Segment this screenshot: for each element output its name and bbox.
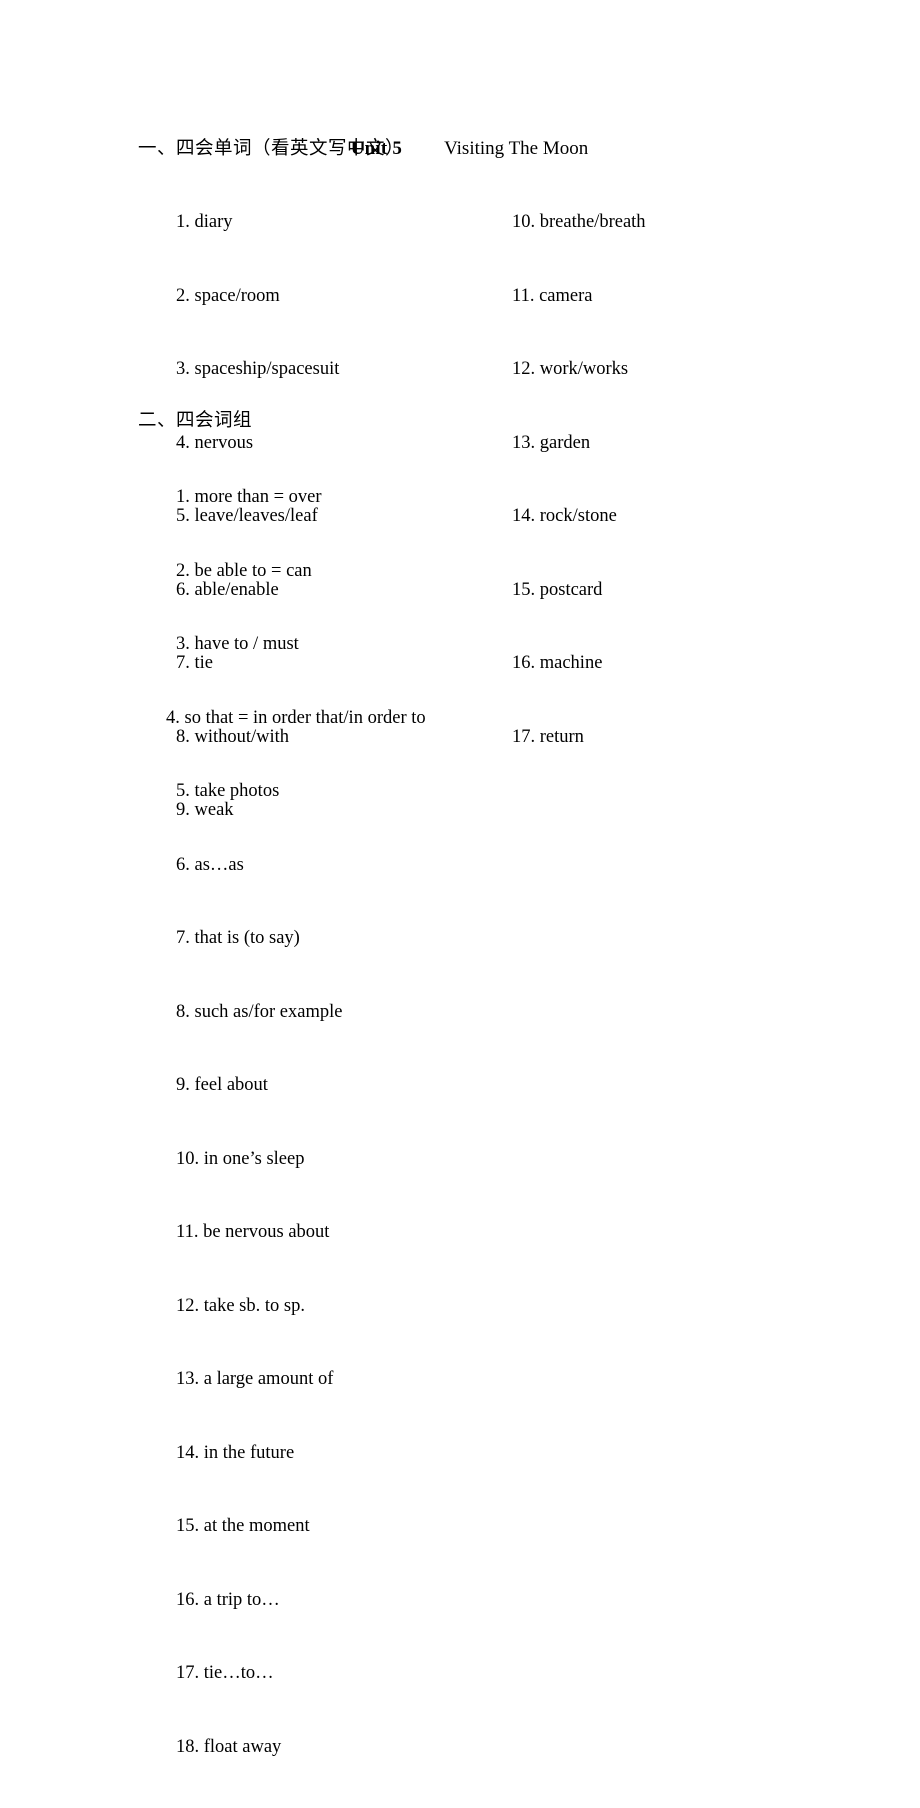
section-heading-phrases: 二、四会词组 [138, 411, 253, 431]
list-item: 15. at the moment [176, 1516, 310, 1536]
list-item: 10. breathe/breath [512, 212, 646, 232]
list-item: 3. have to / must [176, 634, 299, 654]
vocabulary-list-right-column: 10. breathe/breath 11. camera 12. work/w… [512, 161, 646, 798]
list-item: 7. that is (to say) [176, 928, 300, 948]
list-item: 16. machine [512, 653, 603, 673]
list-item: 16. a trip to… [176, 1589, 280, 1610]
list-item: 9. feel about [176, 1075, 268, 1095]
list-item: 13. garden [512, 432, 591, 453]
list-item: 5. take photos [176, 781, 280, 801]
list-item: 10. in one’s sleep [176, 1148, 305, 1169]
list-item: 15. postcard [512, 579, 603, 600]
list-item: 3. spaceship/spacesuit [176, 359, 340, 379]
list-item: 11. be nervous about [176, 1222, 330, 1242]
title-topic-label: Visiting The Moon [444, 138, 589, 159]
list-item: 11. camera [512, 285, 593, 306]
list-item: 8. such as/for example [176, 1001, 343, 1022]
list-item: 6. as…as [176, 854, 244, 875]
list-item: 1. diary [176, 212, 233, 232]
list-item: 14. rock/stone [512, 506, 617, 526]
list-item: 12. take sb. to sp. [176, 1295, 305, 1316]
list-item: 1. more than = over [176, 487, 322, 507]
list-item: 18. float away [176, 1736, 282, 1757]
list-item: 14. in the future [176, 1442, 295, 1463]
list-item: 12. work/works [512, 359, 629, 379]
section-heading-vocabulary: 一、四会单词（看英文写中文） [138, 139, 405, 159]
list-item: 17. tie…to… [176, 1663, 274, 1683]
document-page: Unit 5 Visiting The Moon 一、四会单词（看英文写中文） 1… [0, 0, 920, 1757]
list-item: 2. be able to = can [176, 560, 312, 581]
list-item: 2. space/room [176, 285, 280, 306]
list-item: 4. so that = in order that/in order to [166, 707, 426, 728]
list-item: 17. return [512, 726, 584, 747]
list-item: 13. a large amount of [176, 1369, 334, 1389]
phrase-list: 1. more than = over 2. be able to = can … [166, 436, 436, 1808]
